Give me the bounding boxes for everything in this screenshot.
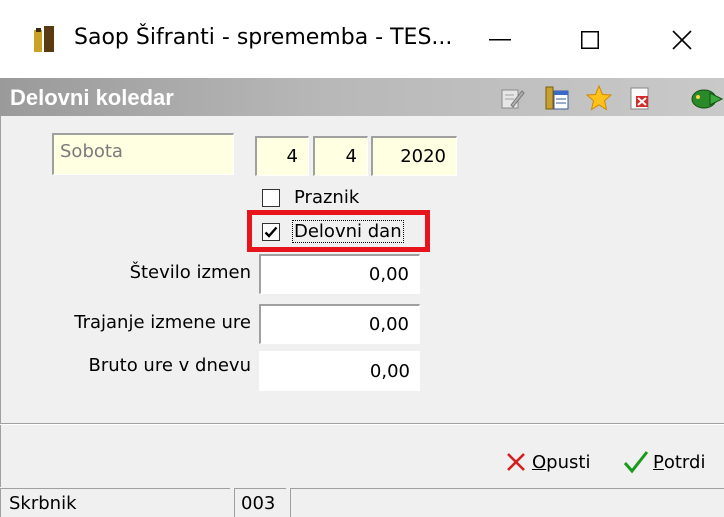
cancel-button[interactable]: Opusti bbox=[505, 442, 590, 482]
excel-export-icon[interactable] bbox=[627, 85, 653, 111]
minimize-icon bbox=[489, 39, 511, 41]
star-icon[interactable] bbox=[586, 85, 612, 111]
status-bar: Skrbnik 003 bbox=[0, 487, 724, 517]
shift-count-field[interactable]: 0,00 bbox=[259, 254, 420, 294]
holiday-checkbox[interactable] bbox=[262, 189, 280, 207]
maximize-icon bbox=[581, 31, 599, 49]
day-name-field: Sobota bbox=[52, 133, 234, 175]
gross-hours-label: Bruto ure v dnevu bbox=[88, 355, 251, 376]
cancel-icon bbox=[507, 453, 525, 471]
highlight-box bbox=[247, 210, 430, 252]
title-bar: Saop Šifranti - sprememba - TES... bbox=[0, 0, 724, 78]
status-extra bbox=[290, 488, 724, 517]
holiday-label: Praznik bbox=[294, 187, 360, 208]
columns-icon[interactable] bbox=[544, 85, 570, 111]
status-user: Skrbnik bbox=[0, 488, 230, 517]
month-field[interactable]: 4 bbox=[313, 136, 368, 176]
cancel-mnemonic: O bbox=[532, 451, 547, 473]
status-code: 003 bbox=[234, 488, 286, 517]
button-separator bbox=[0, 423, 724, 425]
app-icon bbox=[34, 26, 54, 52]
confirm-button[interactable]: Potrdi bbox=[623, 442, 705, 482]
exit-icon[interactable] bbox=[690, 85, 724, 111]
minimize-button[interactable] bbox=[470, 14, 530, 66]
shift-count-label: Število izmen bbox=[129, 262, 251, 283]
gross-hours-field: 0,00 bbox=[259, 351, 420, 391]
section-header: Delovni koledar bbox=[0, 78, 724, 116]
confirm-mnemonic: P bbox=[653, 451, 664, 473]
section-title: Delovni koledar bbox=[10, 85, 174, 110]
edit-icon[interactable] bbox=[499, 85, 525, 111]
checkmark-icon bbox=[623, 451, 649, 474]
maximize-button[interactable] bbox=[560, 14, 620, 66]
close-icon bbox=[672, 30, 692, 50]
window-title: Saop Šifranti - sprememba - TES... bbox=[74, 25, 453, 50]
day-field[interactable]: 4 bbox=[255, 136, 309, 176]
year-field[interactable]: 2020 bbox=[371, 136, 457, 176]
shift-duration-label: Trajanje izmene ure bbox=[74, 312, 251, 333]
panel-edge bbox=[0, 116, 2, 487]
close-button[interactable] bbox=[652, 14, 712, 66]
confirm-label: otrdi bbox=[663, 451, 706, 473]
cancel-label: pusti bbox=[546, 451, 591, 473]
dialog-window: Saop Šifranti - sprememba - TES... Delov… bbox=[0, 0, 724, 517]
shift-duration-field[interactable]: 0,00 bbox=[259, 304, 420, 344]
